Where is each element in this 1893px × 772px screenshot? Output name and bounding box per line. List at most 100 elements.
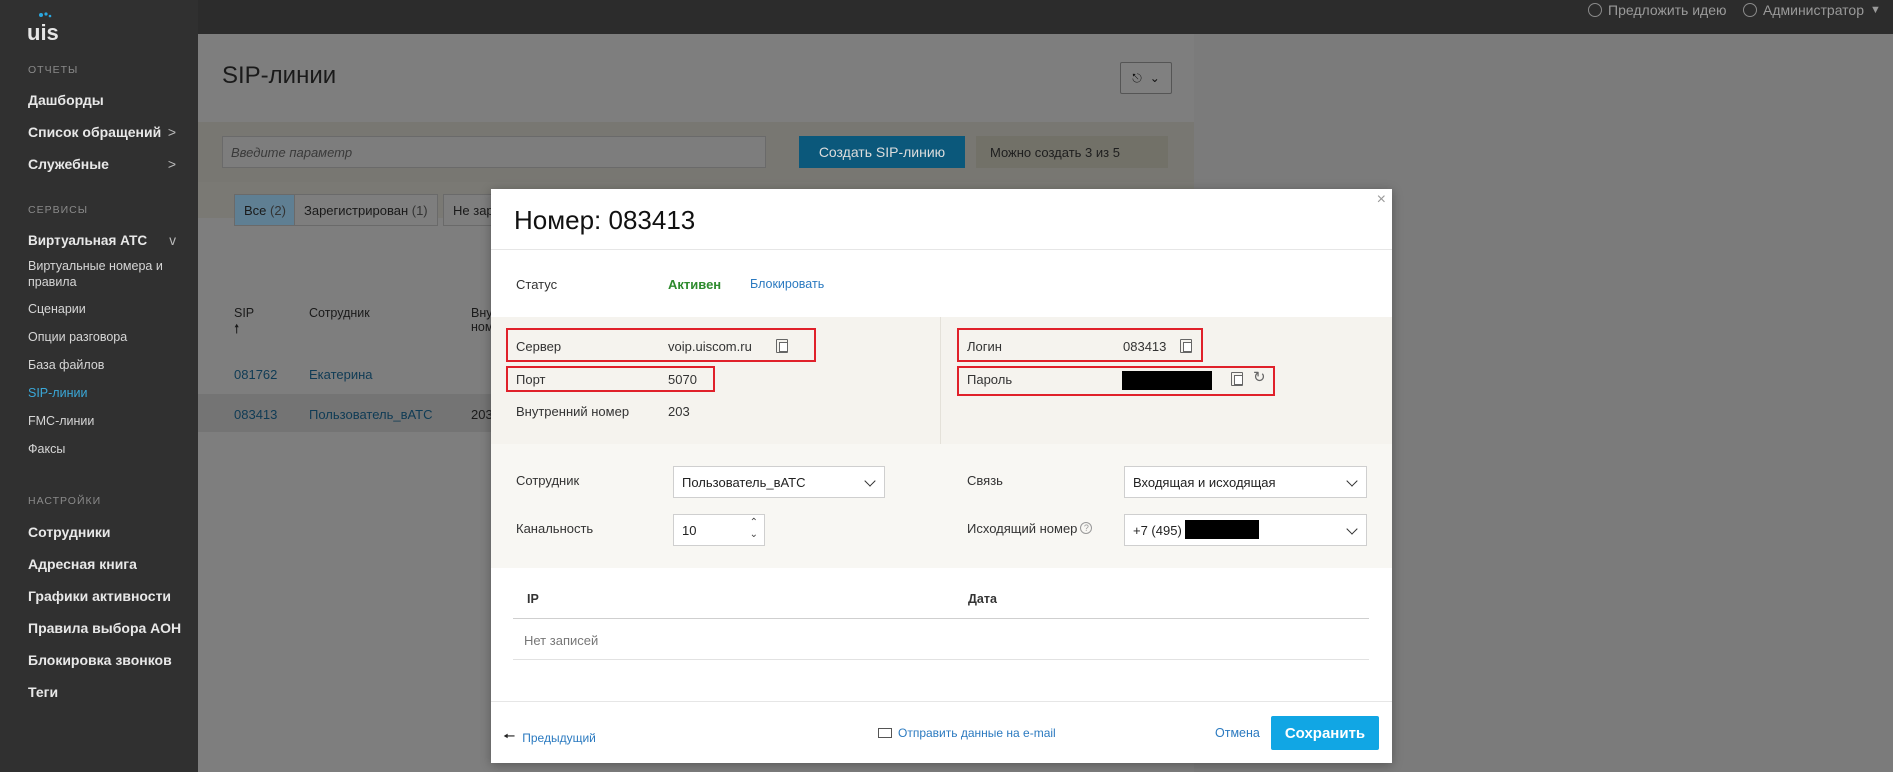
copy-icon[interactable]	[1180, 339, 1192, 353]
row-sip[interactable]: 083413	[234, 407, 277, 422]
sidebar-item-service[interactable]: Служебные >	[28, 156, 188, 172]
row-sip[interactable]: 081762	[234, 367, 277, 382]
table-divider	[513, 659, 1369, 660]
password-masked	[1122, 371, 1212, 390]
sidebar-item-aon-rules[interactable]: Правила выбора АОН	[28, 620, 188, 636]
block-link[interactable]: Блокировать	[750, 277, 824, 291]
modal-title: Номер: 083413	[514, 205, 696, 235]
channels-stepper[interactable]: 10 ⌃ ⌄	[673, 514, 765, 546]
column-label: SIP	[234, 306, 255, 320]
port-label: Порт	[516, 372, 546, 387]
save-button[interactable]: Сохранить	[1271, 716, 1379, 750]
send-email-label: Отправить данные на e-mail	[898, 726, 1056, 740]
export-icon: ⎋	[1132, 70, 1142, 85]
prev-label: Предыдущий	[522, 731, 596, 745]
suggest-idea-label: Предложить идею	[1608, 2, 1727, 18]
sidebar-item-label: Список обращений	[28, 124, 162, 140]
outgoing-number-label: Исходящий номер?	[967, 521, 1093, 536]
column-header-sip[interactable]: SIP 🠕	[234, 306, 254, 341]
form-band	[491, 444, 1392, 568]
chevron-down-icon	[1346, 523, 1358, 535]
stepper-arrows-icon[interactable]: ⌃ ⌄	[750, 517, 758, 541]
table-divider	[513, 618, 1369, 619]
sidebar-item-calls[interactable]: Список обращений >	[28, 124, 188, 140]
section-settings: НАСТРОЙКИ	[28, 495, 102, 507]
sip-line-modal: × Номер: 083413 Статус Активен Блокирова…	[491, 189, 1392, 763]
cancel-button[interactable]: Отмена	[1215, 726, 1260, 740]
status-label: Статус	[516, 277, 558, 292]
sidebar-item-call-options[interactable]: Опции разговора	[28, 329, 188, 345]
sidebar-item-sip-lines[interactable]: SIP-линии	[28, 385, 188, 401]
filter-all[interactable]: Все (2)	[234, 194, 296, 226]
filter-count: (1)	[411, 203, 428, 218]
topbar: Предложить идею Администратор ▼	[198, 0, 1893, 34]
sidebar-item-fmc-lines[interactable]: FMC-линии	[28, 413, 188, 429]
employee-select[interactable]: Пользователь_вАТС	[673, 466, 885, 498]
sidebar-item-label: Виртуальная АТС	[28, 233, 148, 248]
sidebar-item-vats[interactable]: Виртуальная АТС v	[28, 233, 188, 248]
sidebar-item-schedules[interactable]: Графики активности	[28, 588, 188, 604]
server-label: Сервер	[516, 339, 562, 354]
filter-label: Все	[244, 203, 267, 218]
sidebar-item-faxes[interactable]: Факсы	[28, 441, 188, 457]
link-type-label: Связь	[967, 473, 1003, 488]
filter-count: (2)	[270, 203, 286, 218]
sidebar-item-call-blocking[interactable]: Блокировка звонков	[28, 652, 188, 668]
empty-state: Нет записей	[524, 633, 599, 648]
sidebar-item-scenarios[interactable]: Сценарии	[28, 301, 188, 317]
sidebar-item-virtual-numbers[interactable]: Виртуальные номера и правила	[28, 258, 178, 290]
section-reports: ОТЧЕТЫ	[28, 64, 79, 76]
copy-icon[interactable]	[776, 339, 788, 353]
employee-label: Сотрудник	[516, 473, 580, 488]
column-header-employee[interactable]: Сотрудник	[309, 306, 370, 320]
send-email-link[interactable]: Отправить данные на e-mail	[878, 726, 1056, 740]
user-icon	[1743, 3, 1757, 17]
export-button[interactable]: ⎋ ⌄	[1120, 62, 1172, 94]
sidebar-item-employees[interactable]: Сотрудники	[28, 524, 188, 540]
search-input[interactable]: Введите параметр	[222, 136, 766, 168]
internal-number-value: 203	[668, 404, 690, 419]
password-label: Пароль	[967, 372, 1013, 387]
server-value: voip.uiscom.ru	[668, 339, 752, 354]
column-label: Вну	[471, 306, 493, 320]
quota-label: Можно создать 3 из 5	[976, 136, 1168, 168]
channels-label: Канальность	[516, 521, 594, 536]
filter-registered[interactable]: Зарегистрирован (1)	[294, 194, 438, 226]
column-header-ip: IP	[527, 592, 539, 606]
row-employee[interactable]: Екатерина	[309, 367, 373, 382]
phone-masked	[1185, 520, 1259, 539]
select-value: Пользователь_вАТС	[682, 475, 806, 490]
divider	[940, 317, 941, 444]
sidebar-item-tags[interactable]: Теги	[28, 684, 188, 700]
column-header-date: Дата	[968, 592, 997, 606]
prev-link[interactable]: 🠔 Предыдущий	[503, 726, 596, 750]
row-employee[interactable]: Пользователь_вАТС	[309, 407, 432, 422]
close-icon[interactable]: ×	[1377, 191, 1386, 209]
lightbulb-icon	[1588, 3, 1602, 17]
mail-icon	[878, 728, 892, 738]
stepper-value: 10	[682, 523, 697, 538]
svg-text:uis: uis	[27, 20, 59, 42]
login-value: 083413	[1123, 339, 1167, 354]
select-value: Входящая и исходящая	[1133, 475, 1276, 490]
admin-menu[interactable]: Администратор ▼	[1743, 2, 1881, 18]
chevron-right-icon: >	[167, 124, 176, 140]
uis-logo[interactable]: uis	[27, 12, 61, 42]
sidebar-item-address-book[interactable]: Адресная книга	[28, 556, 188, 572]
sidebar-item-label: Служебные	[28, 156, 109, 172]
admin-label: Администратор	[1763, 2, 1865, 18]
create-sip-line-button[interactable]: Создать SIP-линию	[799, 136, 965, 168]
divider	[491, 701, 1392, 702]
copy-icon[interactable]	[1231, 372, 1243, 386]
link-type-select[interactable]: Входящая и исходящая	[1124, 466, 1367, 498]
help-icon[interactable]: ?	[1080, 522, 1093, 534]
refresh-icon[interactable]: ↻	[1253, 368, 1266, 386]
select-value: +7 (495)	[1133, 523, 1182, 538]
sidebar-item-dashboards[interactable]: Дашборды	[28, 92, 188, 108]
status-value: Активен	[668, 277, 722, 292]
page-title: SIP-линии	[222, 62, 337, 89]
chevron-down-icon	[864, 475, 876, 487]
sidebar-item-files[interactable]: База файлов	[28, 357, 188, 373]
port-value: 5070	[668, 372, 697, 387]
suggest-idea-link[interactable]: Предложить идею	[1588, 2, 1727, 18]
